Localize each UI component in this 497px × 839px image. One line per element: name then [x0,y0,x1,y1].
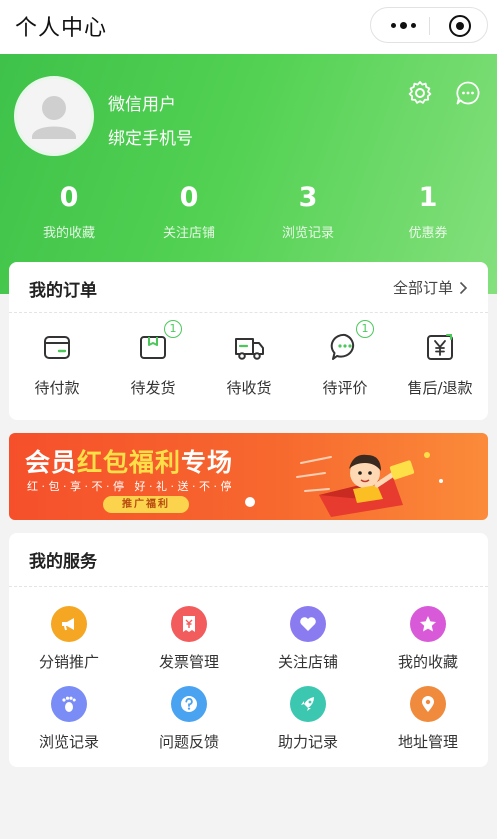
top-nav-bar: 个人中心 [0,0,497,54]
stat-browse-history[interactable]: 3 浏览记录 [248,182,368,241]
carousel-indicator[interactable] [245,497,255,507]
banner-title-highlight: 红包福利 [77,448,182,477]
mini-program-capsule [370,7,488,43]
service-invoice[interactable]: 发票管理 [129,606,249,672]
banner-title-part: 专场 [181,448,234,477]
stat-value: 3 [298,182,318,213]
wallet-icon [44,336,70,359]
location-pin-icon [410,686,446,722]
service-followed-shops[interactable]: 关注店铺 [248,606,368,672]
orders-divider [9,312,488,313]
services-card: 我的服务 分销推广 发票管理 关注店铺 我的收藏 浏览记录 问题反馈 助力记录 … [9,533,488,767]
gear-icon[interactable] [407,80,433,106]
service-label: 地址管理 [397,733,458,751]
banner-button[interactable]: 推广福利 [103,496,189,513]
service-label: 我的收藏 [397,653,458,671]
more-dots-icon[interactable] [385,15,421,35]
order-pending-receipt[interactable]: 待收货 [201,330,297,398]
truck-icon [235,338,264,360]
order-after-sales[interactable]: 售后/退款 [392,330,488,398]
service-favorites[interactable]: 我的收藏 [368,606,488,672]
stat-label: 浏览记录 [281,226,334,241]
profile-header: 微信用户 绑定手机号 0 我的收藏 0 关注店铺 3 浏览记录 1 优惠券 [0,54,497,294]
all-orders-link[interactable]: 全部订单 [393,277,468,298]
order-pending-shipment[interactable]: 1 待发货 [105,320,201,398]
user-silhouette-icon [32,96,76,139]
services-title: 我的服务 [29,552,97,572]
page-title: 个人中心 [15,16,108,41]
banner-subtitle: 红·包·享·不·停 好·礼·送·不·停 [27,480,235,493]
footprint-icon [51,686,87,722]
service-label: 浏览记录 [38,733,99,751]
order-badge: 1 [164,320,182,338]
heart-icon [290,606,326,642]
stat-value: 0 [59,182,79,213]
order-pending-payment[interactable]: 待付款 [9,330,105,398]
service-label: 关注店铺 [277,653,338,671]
invoice-icon [171,606,207,642]
bind-phone-link[interactable]: 绑定手机号 [108,124,193,149]
user-name[interactable]: 微信用户 [108,90,176,115]
stat-label: 关注店铺 [162,226,215,241]
order-label: 售后/退款 [407,379,473,397]
service-label: 分销推广 [38,653,99,671]
order-badge: 1 [356,320,374,338]
banner-title-part: 会员 [25,448,78,477]
service-feedback[interactable]: 问题反馈 [129,686,249,752]
services-divider [9,586,488,587]
avatar[interactable] [14,76,94,156]
star-icon [410,606,446,642]
megaphone-icon [51,606,87,642]
chat-bubble-icon[interactable] [455,80,481,106]
service-label: 问题反馈 [158,733,219,751]
orders-card: 我的订单 全部订单 待付款 1 待发货 待收货 1 待评价 售后/退款 [9,262,488,420]
rocket-icon [290,686,326,722]
service-address[interactable]: 地址管理 [368,686,488,752]
order-label: 待评价 [322,379,368,397]
stat-value: 1 [418,182,438,213]
chevron-right-icon [459,281,468,294]
stat-coupons[interactable]: 1 优惠券 [368,182,488,241]
capsule-divider [429,17,430,35]
package-icon [140,336,166,359]
stat-followed-shops[interactable]: 0 关注店铺 [129,182,249,241]
cartoon-girl-on-envelope-illustration [296,452,443,517]
orders-title: 我的订单 [29,281,97,301]
promo-banner[interactable]: 会员红包福利专场 红·包·享·不·停 好·礼·送·不·停 推广福利 [9,433,488,520]
service-label: 发票管理 [158,653,219,671]
all-orders-label: 全部订单 [392,279,453,297]
stat-label: 优惠券 [408,226,448,241]
question-icon [171,686,207,722]
service-boost-records[interactable]: 助力记录 [248,686,368,752]
order-pending-review[interactable]: 1 待评价 [297,320,393,398]
stat-favorites[interactable]: 0 我的收藏 [9,182,129,241]
order-label: 待发货 [130,379,176,397]
service-label: 助力记录 [277,733,338,751]
order-label: 待收货 [226,379,272,397]
comment-icon [330,333,355,360]
stat-value: 0 [179,182,199,213]
refund-icon [427,334,453,360]
stat-label: 我的收藏 [42,226,95,241]
order-label: 待付款 [34,379,80,397]
service-browse-history[interactable]: 浏览记录 [9,686,129,752]
target-close-icon[interactable] [449,15,471,37]
service-distribution[interactable]: 分销推广 [9,606,129,672]
banner-title: 会员红包福利专场 [25,443,233,479]
